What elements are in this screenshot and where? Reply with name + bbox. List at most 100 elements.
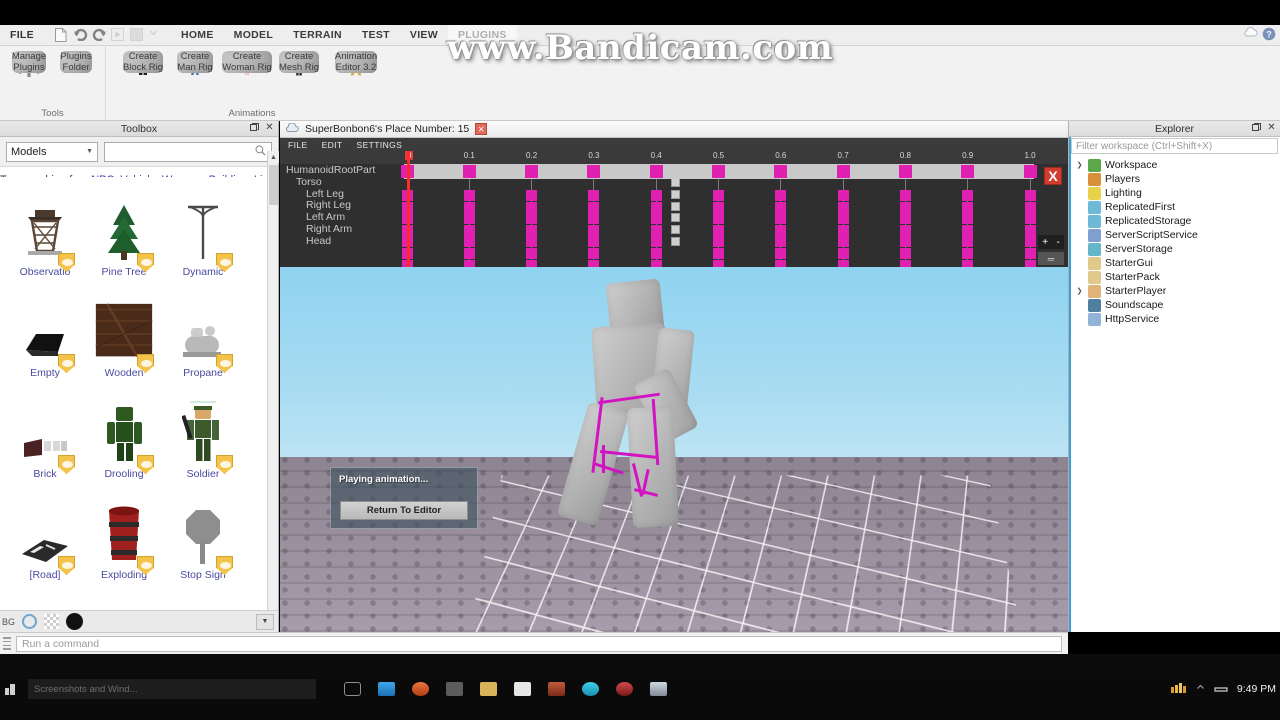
toolbox-item[interactable]: Stop Sign bbox=[169, 480, 237, 581]
keyframe-marker[interactable] bbox=[1024, 224, 1036, 236]
undo-icon[interactable] bbox=[73, 28, 88, 42]
black-swatch[interactable] bbox=[66, 613, 84, 630]
play-icon[interactable] bbox=[110, 28, 125, 42]
chevron-right-icon[interactable]: ❯ bbox=[1075, 161, 1084, 169]
toolbox-close-icon[interactable]: ✕ bbox=[264, 122, 275, 133]
keyframe-marker[interactable] bbox=[962, 213, 974, 225]
start-icon[interactable] bbox=[0, 683, 22, 695]
track-name-torso[interactable]: Torso bbox=[286, 176, 404, 189]
toolbox-item[interactable]: Propane bbox=[169, 278, 237, 379]
keyframe-marker[interactable] bbox=[775, 213, 787, 225]
keyframe-marker[interactable] bbox=[713, 201, 724, 213]
keyframe-marker[interactable] bbox=[526, 213, 538, 225]
app4-icon[interactable] bbox=[582, 682, 599, 696]
animation-editor-button[interactable]: Animation Editor 3.2 bbox=[328, 48, 384, 108]
keyframe-marker[interactable] bbox=[899, 248, 911, 259]
chevron-right-icon[interactable]: ❯ bbox=[1075, 287, 1084, 295]
explorer-item-httpservice[interactable]: HttpService bbox=[1069, 312, 1280, 326]
keyframe-marker[interactable] bbox=[1024, 248, 1036, 259]
keyframe-marker[interactable] bbox=[526, 236, 538, 248]
toolbox-dock-icon[interactable] bbox=[249, 122, 260, 133]
track-name-head[interactable]: Head bbox=[286, 235, 404, 248]
keyframe-summary-marker[interactable] bbox=[649, 165, 663, 178]
keyframe-marker[interactable] bbox=[962, 248, 974, 259]
keyframe-marker[interactable] bbox=[775, 224, 787, 236]
3d-viewport[interactable]: Playing animation... Return To Editor bbox=[280, 267, 1068, 632]
keyframe-marker[interactable] bbox=[650, 201, 662, 213]
keyframe-marker[interactable] bbox=[463, 201, 475, 213]
chevron-down-icon[interactable] bbox=[149, 28, 163, 42]
app2-icon[interactable] bbox=[514, 682, 531, 696]
keyframe-marker[interactable] bbox=[713, 248, 724, 259]
explorer-item-lighting[interactable]: Lighting bbox=[1069, 186, 1280, 200]
toolbox-item[interactable]: Brick bbox=[11, 379, 79, 480]
folder-icon[interactable] bbox=[480, 682, 497, 696]
tray-bars-icon[interactable] bbox=[1170, 682, 1187, 696]
track-checkbox-left-leg[interactable] bbox=[671, 189, 680, 199]
keyframe-summary-marker[interactable] bbox=[525, 165, 539, 178]
explorer-item-serverstorage[interactable]: ServerStorage bbox=[1069, 242, 1280, 256]
toolbox-item[interactable]: Pine Tree bbox=[90, 177, 158, 278]
keyframe-marker[interactable] bbox=[650, 224, 662, 236]
ribbon-tab-test[interactable]: TEST bbox=[352, 25, 400, 46]
ribbon-tab-file[interactable]: FILE bbox=[0, 25, 46, 46]
track-checkbox-right-leg[interactable] bbox=[671, 201, 680, 211]
explorer-item-serverscriptservice[interactable]: ServerScriptService bbox=[1069, 228, 1280, 242]
keyframe-marker[interactable] bbox=[899, 236, 911, 248]
track-name-right-leg[interactable]: Right Leg bbox=[286, 200, 404, 212]
keyframe-marker[interactable] bbox=[837, 248, 849, 259]
keyframe-marker[interactable] bbox=[837, 190, 849, 201]
create-block-rig-button[interactable]: Create Block Rig bbox=[120, 48, 166, 108]
keyframe-marker[interactable] bbox=[713, 190, 724, 201]
track-checkbox-left-arm[interactable] bbox=[671, 213, 680, 223]
firefox-icon[interactable] bbox=[412, 682, 429, 696]
track-checkbox-head[interactable] bbox=[671, 236, 680, 246]
keyframe-marker[interactable] bbox=[1024, 213, 1036, 225]
app6-icon[interactable] bbox=[650, 682, 667, 696]
stop-icon[interactable] bbox=[129, 28, 144, 42]
keyframe-marker[interactable] bbox=[463, 236, 475, 248]
keyframe-marker[interactable] bbox=[837, 201, 849, 213]
toolbox-item[interactable]: Soldier bbox=[169, 379, 237, 480]
keyframe-summary-marker[interactable] bbox=[1023, 165, 1037, 178]
keyframe-summary-marker[interactable] bbox=[462, 165, 476, 178]
keyframe-marker[interactable] bbox=[899, 190, 911, 201]
keyframe-marker[interactable] bbox=[1024, 201, 1036, 213]
ae-menu-file[interactable]: FILE bbox=[288, 140, 308, 150]
keyframe-marker[interactable] bbox=[588, 201, 600, 213]
toolbox-item[interactable]: Wooden bbox=[90, 278, 158, 379]
keyframe-marker[interactable] bbox=[1024, 190, 1036, 201]
ribbon-tab-plugins[interactable]: PLUGINS bbox=[447, 24, 517, 46]
keyframe-summary-marker[interactable] bbox=[898, 165, 912, 178]
keyframe-marker[interactable] bbox=[962, 190, 974, 201]
command-bar-grip[interactable] bbox=[3, 637, 11, 650]
keyframe-marker[interactable] bbox=[463, 190, 475, 201]
help-icon[interactable]: ? bbox=[1262, 27, 1276, 41]
timeline-zoom-in-button[interactable]: + bbox=[1042, 237, 1048, 248]
explorer-item-workspace[interactable]: ❯ Workspace bbox=[1069, 158, 1280, 172]
keyframe-marker[interactable] bbox=[463, 248, 475, 259]
ribbon-tab-view[interactable]: VIEW bbox=[400, 25, 448, 46]
app3-icon[interactable] bbox=[548, 682, 565, 696]
ae-menu-settings[interactable]: SETTINGS bbox=[357, 140, 403, 150]
keyframe-marker[interactable] bbox=[713, 236, 724, 248]
keyframe-marker[interactable] bbox=[526, 248, 538, 259]
timeline-ruler[interactable] bbox=[280, 151, 1068, 164]
keyframe-marker[interactable] bbox=[588, 224, 600, 236]
track-checkbox-torso[interactable] bbox=[671, 178, 680, 187]
toolbox-item[interactable]: [Road] bbox=[11, 480, 79, 581]
keyframe-marker[interactable] bbox=[775, 236, 787, 248]
explorer-item-startergui[interactable]: StarterGui bbox=[1069, 256, 1280, 270]
explorer-icon[interactable] bbox=[378, 682, 395, 696]
task-view-icon[interactable] bbox=[344, 682, 361, 696]
toolbox-item[interactable]: Dynamic bbox=[169, 177, 237, 278]
create-mesh-rig-button[interactable]: Create Mesh Rig bbox=[276, 48, 322, 108]
keyframe-marker[interactable] bbox=[463, 213, 475, 225]
keyframe-marker[interactable] bbox=[588, 248, 600, 259]
keyframe-marker[interactable] bbox=[1024, 236, 1036, 248]
keyframe-summary-marker[interactable] bbox=[712, 165, 725, 178]
toolbox-scroll-thumb[interactable] bbox=[269, 165, 278, 205]
ribbon-tab-model[interactable]: MODEL bbox=[224, 25, 283, 46]
animation-editor-tab-close-icon[interactable]: ✕ bbox=[475, 123, 488, 135]
keyframe-marker[interactable] bbox=[775, 190, 787, 201]
